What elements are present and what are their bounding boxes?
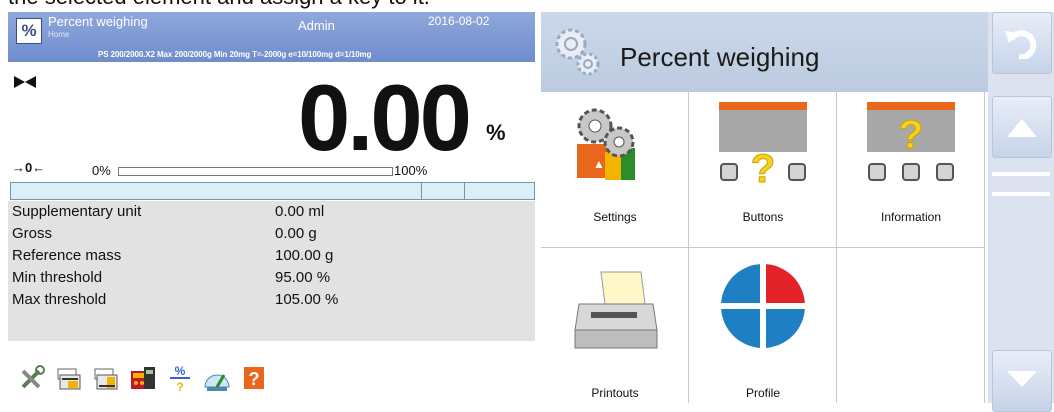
settings-icon: ▲ — [577, 108, 635, 180]
settings-icon[interactable] — [17, 363, 47, 393]
scroll-down-icon — [1007, 371, 1037, 387]
scroll-track-mark — [992, 192, 1050, 196]
user-name[interactable]: Admin — [298, 18, 335, 33]
info-row-min-threshold: Min threshold 95.00 % — [12, 269, 512, 291]
svg-text:?: ? — [176, 380, 183, 393]
information-icon: ? — [867, 102, 955, 181]
weighing-display: 0.00 % →0← 0% 100% — [8, 68, 535, 178]
undo-icon — [1005, 30, 1037, 59]
percent-weighing-menu-screen: Percent weighing ▲ Settings ? Buttons ? … — [541, 12, 1054, 412]
info-fields: Supplementary unit 0.00 ml Gross 0.00 g … — [8, 201, 535, 341]
gauge-icon[interactable] — [202, 363, 232, 393]
info-label: Min threshold — [12, 269, 103, 286]
print-header-icon[interactable] — [54, 363, 84, 393]
info-row-supplementary: Supplementary unit 0.00 ml — [12, 203, 512, 225]
quick-toolbar: % ? ? — [8, 363, 535, 403]
weight-reading: 0.00 — [298, 65, 472, 170]
home-button[interactable] — [992, 96, 1052, 158]
menu-item-label: Printouts — [591, 386, 639, 400]
menu-item-label: Information — [880, 210, 942, 224]
menu-title: Percent weighing — [620, 42, 820, 72]
percent-reference-icon[interactable]: % ? — [165, 363, 195, 393]
stability-icon — [14, 76, 36, 88]
info-value: 105.00 % — [275, 291, 339, 308]
menu-item-buttons[interactable]: ? Buttons — [689, 92, 837, 248]
info-value: 0.00 ml — [275, 203, 325, 220]
settings-gear-icon — [555, 28, 600, 76]
calculator-icon[interactable] — [128, 363, 158, 393]
caption-text: the selected element and assign a key to… — [8, 0, 430, 10]
weight-unit: % — [486, 120, 506, 145]
menu-item-label: Settings — [593, 210, 637, 224]
printer-icon — [574, 271, 658, 349]
info-row-reference-mass: Reference mass 100.00 g — [12, 247, 512, 269]
undo-button[interactable] — [992, 12, 1052, 74]
menu-item-settings[interactable]: ▲ Settings — [541, 92, 689, 248]
info-label: Max threshold — [12, 291, 107, 308]
mode-subtitle: Home — [48, 30, 70, 39]
menu-item-information[interactable]: ? Information — [837, 92, 985, 248]
zero-indicator: →0← — [12, 160, 46, 175]
info-label: Supplementary unit — [12, 203, 142, 220]
info-row-max-threshold: Max threshold 105.00 % — [12, 291, 512, 313]
mode-title: Percent weighing — [48, 14, 148, 29]
info-value: 0.00 g — [275, 225, 317, 242]
balance-spec: PS 200/2000.X2 Max 200/2000g Min 20mg T=… — [98, 50, 372, 59]
info-row-gross: Gross 0.00 g — [12, 225, 512, 247]
info-label: Gross — [12, 225, 53, 242]
bar-max-label: 100% — [394, 163, 428, 178]
status-header: % Percent weighing Home Admin 2016-08-02… — [8, 12, 535, 62]
side-nav — [988, 12, 1054, 412]
menu-item-label: Buttons — [742, 210, 784, 224]
home-icon — [1007, 119, 1037, 137]
info-value: 95.00 % — [275, 269, 331, 286]
percent-weighing-home-screen: % Percent weighing Home Admin 2016-08-02… — [8, 12, 535, 403]
svg-text:?: ? — [751, 147, 775, 188]
strip-divider — [421, 183, 422, 199]
scroll-track-mark — [992, 172, 1050, 176]
print-footer-icon[interactable] — [91, 363, 121, 393]
info-value: 100.00 g — [275, 247, 334, 264]
svg-text:%: % — [175, 364, 186, 378]
buttons-icon: ? — [719, 102, 807, 188]
menu-grid: ▲ Settings ? Buttons ? Information Print… — [541, 92, 988, 403]
menu-item-profile[interactable]: Profile — [689, 248, 837, 403]
svg-text:▲: ▲ — [593, 157, 605, 171]
menu-item-printouts[interactable]: Printouts — [541, 248, 689, 403]
menu-item-empty — [837, 248, 985, 403]
percent-bargraph — [118, 167, 393, 176]
mode-icon[interactable]: % — [16, 18, 42, 44]
strip-divider — [464, 183, 465, 199]
menu-item-label: Profile — [745, 386, 780, 400]
svg-text:?: ? — [249, 369, 260, 389]
profile-icon — [721, 264, 805, 348]
info-label: Reference mass — [12, 247, 122, 264]
menu-header: Percent weighing — [541, 12, 988, 92]
help-icon[interactable]: ? — [239, 363, 269, 393]
svg-text:?: ? — [899, 113, 923, 157]
bar-min-label: 0% — [92, 163, 111, 178]
info-strip — [10, 182, 535, 200]
date-label: 2016-08-02 — [428, 14, 490, 28]
